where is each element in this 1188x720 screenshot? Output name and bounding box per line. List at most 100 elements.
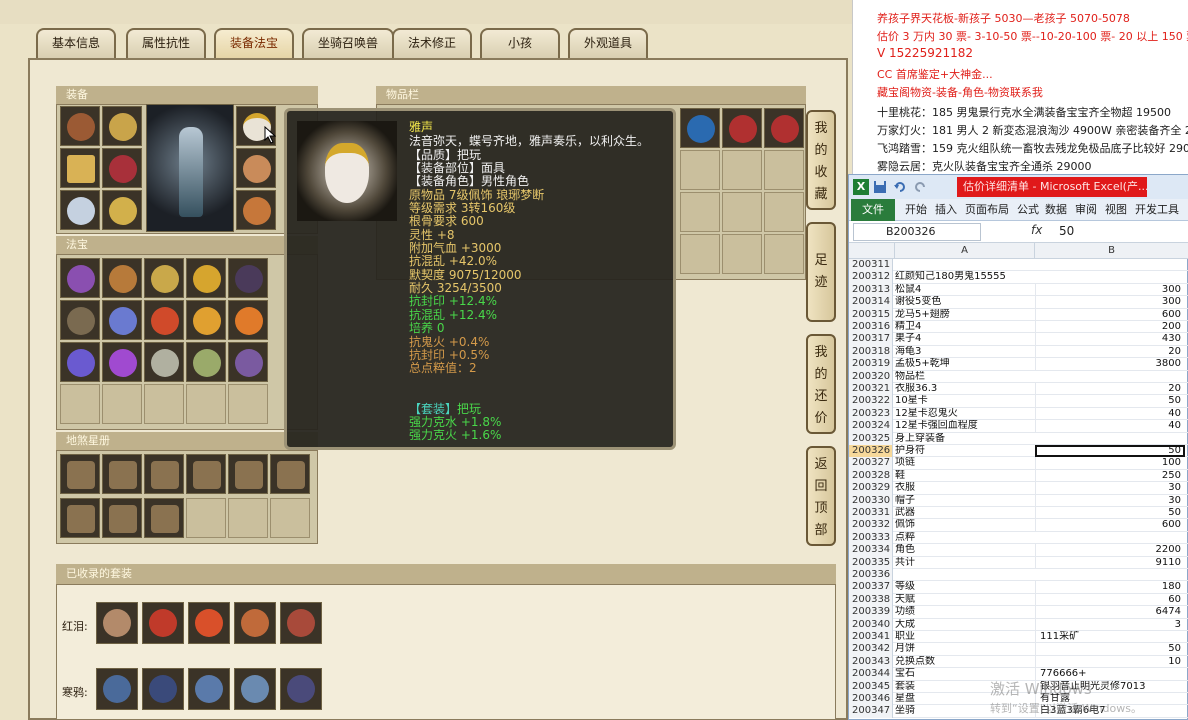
row-number[interactable]: 200346 <box>849 693 893 706</box>
equip-slot-belt[interactable] <box>236 190 276 230</box>
fabao-slot-empty[interactable] <box>102 384 142 424</box>
table-row[interactable]: 200313 松鼠4 300 <box>849 283 1188 297</box>
cell-b[interactable]: 300 <box>1035 283 1185 297</box>
cell-a[interactable]: 职业 <box>895 631 1035 643</box>
cell-a[interactable]: 松鼠4 <box>895 284 1035 296</box>
equip-slot-clothes[interactable] <box>102 148 142 188</box>
table-row[interactable]: 200334 角色 2200 <box>849 544 1188 557</box>
table-row[interactable]: 200336 <box>849 569 1188 582</box>
name-box[interactable]: B200326 <box>853 223 981 241</box>
cell-a[interactable]: 项链 <box>895 457 1035 469</box>
cell-a[interactable]: 衣服 <box>895 482 1035 494</box>
cell-b[interactable]: 50 <box>1035 643 1185 656</box>
fabao-slot-empty[interactable] <box>228 384 268 424</box>
row-number[interactable]: 200326 <box>849 445 893 458</box>
star-card-slot[interactable] <box>60 454 100 494</box>
cell-a[interactable]: 武器 <box>895 507 1035 519</box>
ribbon-tab-home[interactable]: 开始 <box>905 199 927 221</box>
cell-a[interactable]: 帽子 <box>895 495 1035 507</box>
inventory-slot[interactable] <box>764 108 804 148</box>
star-card-slot-empty[interactable] <box>186 498 226 538</box>
cell-a[interactable]: 谢役5变色 <box>895 296 1035 308</box>
row-number[interactable]: 200344 <box>849 668 893 681</box>
row-number[interactable]: 200328 <box>849 469 893 483</box>
cell-b[interactable]: 40 <box>1035 407 1185 421</box>
table-row[interactable]: 200339 功绩 6474 <box>849 606 1188 619</box>
cell-b[interactable]: 200 <box>1035 321 1185 334</box>
equip-slot-necklace[interactable] <box>102 106 142 146</box>
fabao-slot[interactable] <box>60 258 100 298</box>
cell-a[interactable]: 共计 <box>895 557 1035 569</box>
cell-a[interactable]: 10星卡 <box>895 395 1035 407</box>
cell-b[interactable]: 2200 <box>1035 544 1185 557</box>
equip-slot-charm[interactable] <box>60 190 100 230</box>
cell-a[interactable]: 12星卡强回血程度 <box>895 420 1035 432</box>
fabao-slot[interactable] <box>144 258 184 298</box>
cell-b[interactable]: 100 <box>1035 457 1185 470</box>
row-number[interactable]: 200338 <box>849 593 893 607</box>
table-row[interactable]: 200326 护身符 50 <box>849 445 1188 458</box>
star-card-slot[interactable] <box>102 498 142 538</box>
ribbon-tab-developer[interactable]: 开发工具 <box>1135 199 1179 221</box>
row-number[interactable]: 200318 <box>849 345 893 359</box>
fabao-slot[interactable] <box>144 300 184 340</box>
inventory-slot[interactable] <box>722 108 762 148</box>
inventory-slot-empty[interactable] <box>722 150 762 190</box>
cell-a[interactable]: 大成 <box>895 619 1035 631</box>
cell-a[interactable]: 精卫4 <box>895 321 1035 333</box>
row-number[interactable]: 200327 <box>849 457 893 470</box>
ribbon-tab-insert[interactable]: 插入 <box>935 199 957 221</box>
row-number[interactable]: 200342 <box>849 643 893 656</box>
formula-input[interactable]: 50 <box>1059 224 1074 238</box>
cell-b[interactable]: 50 <box>1035 507 1185 520</box>
table-row[interactable]: 200337 等级 180 <box>849 581 1188 594</box>
undo-icon[interactable] <box>893 180 907 194</box>
table-row[interactable]: 200315 龙马5+翅膀 600 <box>849 308 1188 321</box>
row-number[interactable]: 200330 <box>849 494 893 507</box>
table-row[interactable]: 200324 12星卡强回血程度 40 <box>849 420 1188 433</box>
row-number[interactable]: 200331 <box>849 507 893 520</box>
cell-a[interactable]: 龙马5+翅膀 <box>895 309 1035 321</box>
row-number[interactable]: 200345 <box>849 680 893 693</box>
cell-a[interactable]: 果子4 <box>895 333 1035 345</box>
table-row[interactable]: 200340 大成 3 <box>849 618 1188 631</box>
cell-a[interactable]: 海龟3 <box>895 346 1035 358</box>
save-icon[interactable] <box>873 180 887 194</box>
row-number[interactable]: 200315 <box>849 308 893 321</box>
cell-b[interactable]: 600 <box>1035 519 1185 532</box>
table-row[interactable]: 200320 物品栏 <box>849 370 1188 383</box>
table-row[interactable]: 200325 身上穿装备 <box>849 432 1188 445</box>
star-card-slot[interactable] <box>144 454 184 494</box>
ribbon-tab-page-layout[interactable]: 页面布局 <box>965 199 1009 221</box>
cell-a[interactable]: 鞋 <box>895 470 1035 482</box>
row-number[interactable]: 200340 <box>849 618 893 631</box>
cell-b[interactable]: 40 <box>1035 420 1185 433</box>
table-row[interactable]: 200341 职业 111采矿 <box>849 631 1188 644</box>
table-row[interactable]: 200321 衣服36.3 20 <box>849 383 1188 396</box>
ribbon-tab-data[interactable]: 数据 <box>1045 199 1067 221</box>
table-row[interactable]: 200329 衣服 30 <box>849 482 1188 495</box>
star-card-slot[interactable] <box>144 498 184 538</box>
cell-a[interactable]: 护身符 <box>895 445 1035 457</box>
my-favorites-button[interactable]: 我 的 收 藏 <box>806 110 836 210</box>
my-offers-button[interactable]: 我 的 还 价 <box>806 334 836 434</box>
fabao-slot-empty[interactable] <box>186 384 226 424</box>
table-row[interactable]: 200311 <box>849 259 1188 272</box>
row-number[interactable]: 200336 <box>849 569 893 582</box>
row-number[interactable]: 200341 <box>849 631 893 644</box>
set-icon[interactable] <box>142 668 184 710</box>
redo-icon[interactable] <box>913 180 927 194</box>
fabao-slot[interactable] <box>60 342 100 382</box>
table-row[interactable]: 200317 果子4 430 <box>849 333 1188 346</box>
inventory-slot-empty[interactable] <box>764 234 804 274</box>
row-number[interactable]: 200320 <box>849 370 893 383</box>
table-row[interactable]: 200330 帽子 30 <box>849 494 1188 507</box>
spreadsheet-grid[interactable]: 200311 200312 红颜知己180男鬼15555 200313 松鼠4 300 20… <box>849 259 1188 720</box>
row-number[interactable]: 200329 <box>849 482 893 495</box>
equip-slot-armor[interactable] <box>60 106 100 146</box>
row-number[interactable]: 200332 <box>849 519 893 532</box>
footprint-button[interactable]: 足 迹 <box>806 222 836 322</box>
fabao-slot[interactable] <box>60 300 100 340</box>
equip-slot-ring[interactable] <box>236 148 276 188</box>
cell-b[interactable]: 9110 <box>1035 556 1185 569</box>
